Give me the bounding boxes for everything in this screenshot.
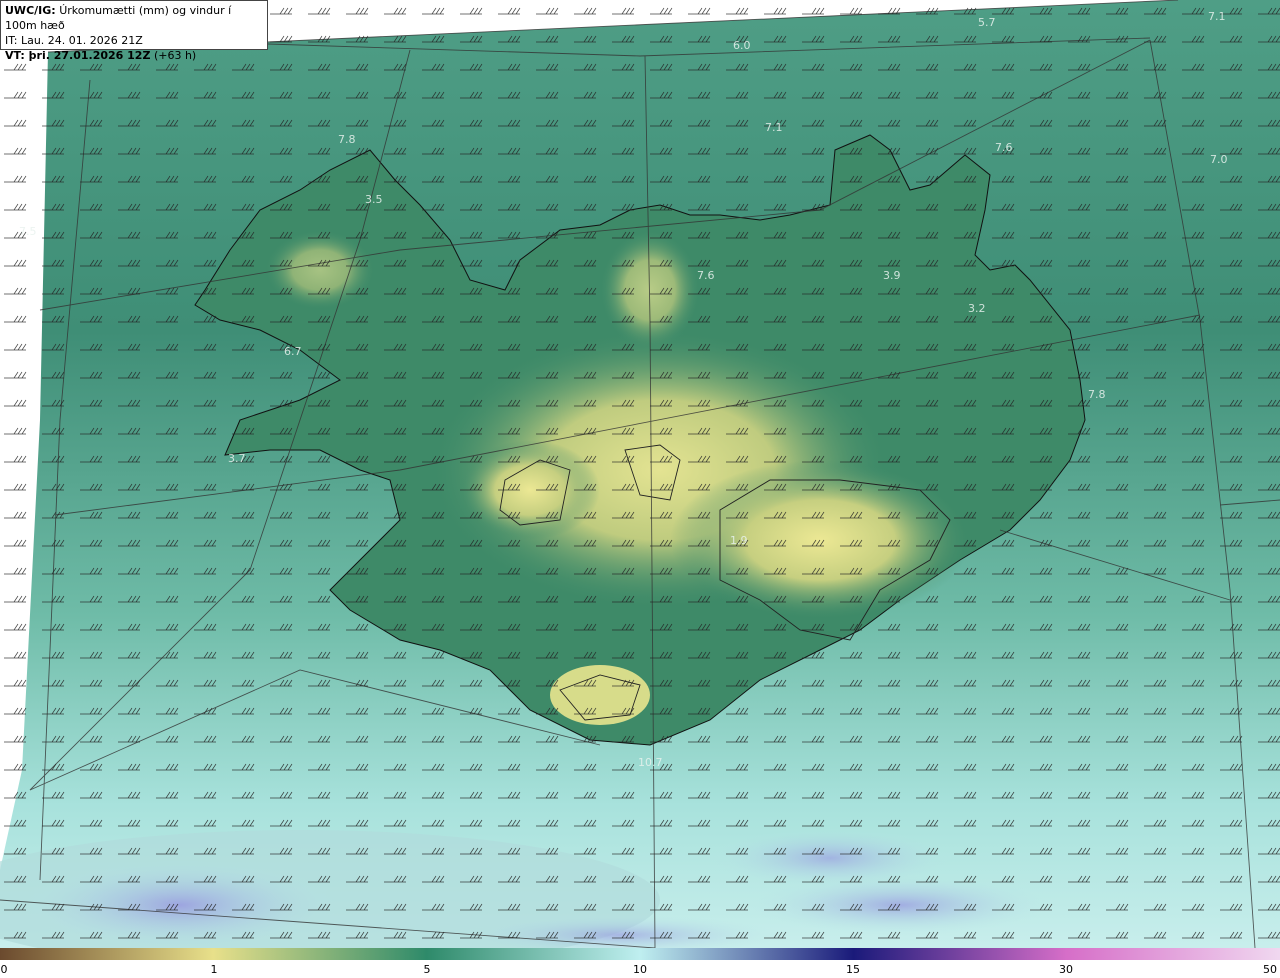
value-label: 3.7 bbox=[228, 452, 246, 465]
value-label: 7.8 bbox=[1088, 388, 1106, 401]
colorbar-tick: 50 bbox=[1263, 963, 1277, 976]
value-label: 3.5 bbox=[365, 193, 383, 206]
value-label: 7.0 bbox=[1210, 153, 1228, 166]
colorbar-tick: 15 bbox=[846, 963, 860, 976]
value-label: 1.9 bbox=[730, 534, 748, 547]
value-label: 7.8 bbox=[338, 133, 356, 146]
precip-colorbar bbox=[0, 948, 1280, 960]
value-label: 6.7 bbox=[284, 345, 302, 358]
weather-map: 5.7 7.1 6.0 7.1 7.6 7.0 7.8 3.5 7.5 3.9 … bbox=[0, 0, 1280, 948]
init-time: IT: Lau. 24. 01. 2026 21Z bbox=[5, 34, 143, 47]
value-label: 3.2 bbox=[968, 302, 986, 315]
colorbar-tick: 0 bbox=[0, 963, 8, 976]
map-info-box: UWC/IG: Úrkomumætti (mm) og vindur í 100… bbox=[0, 0, 268, 62]
value-label: 10.7 bbox=[638, 756, 663, 769]
valid-time: VT: þri. 27.01.2026 12Z bbox=[5, 49, 151, 62]
colorbar-tick: 30 bbox=[1059, 963, 1073, 976]
value-label: 6.0 bbox=[733, 39, 751, 52]
value-label: 3.9 bbox=[883, 269, 901, 282]
colorbar-tick: 1 bbox=[210, 963, 218, 976]
value-label: 5.7 bbox=[978, 16, 996, 29]
colorbar-tick: 10 bbox=[633, 963, 647, 976]
value-label: 7.6 bbox=[995, 141, 1013, 154]
value-label: 7.1 bbox=[765, 121, 783, 134]
model-label: UWC/IG: bbox=[5, 4, 56, 17]
colorbar-tick: 5 bbox=[423, 963, 431, 976]
value-label: 7.1 bbox=[1208, 10, 1226, 23]
forecast-offset: (+63 h) bbox=[153, 49, 197, 62]
value-label: 7.6 bbox=[697, 269, 715, 282]
value-label: 7.5 bbox=[19, 225, 37, 238]
